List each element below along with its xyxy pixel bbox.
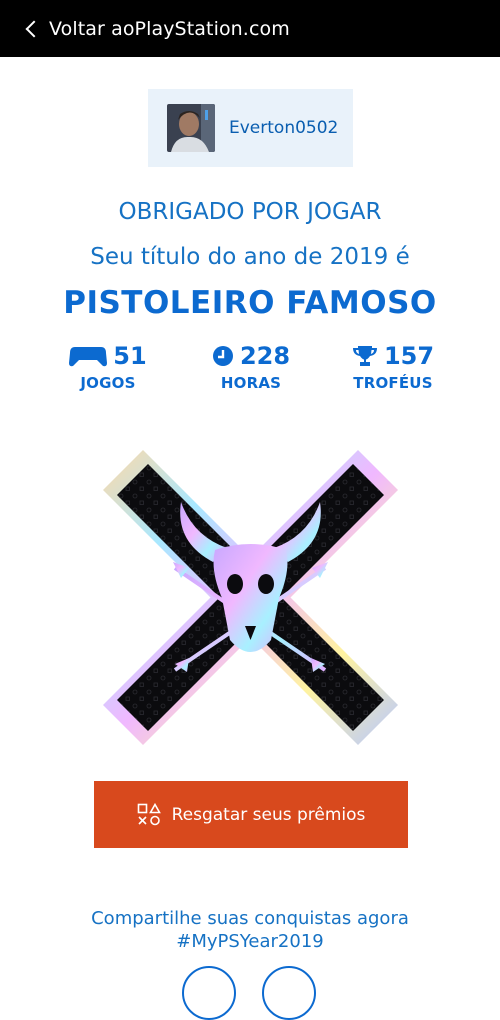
playstation-shapes-icon	[137, 802, 161, 825]
clock-icon	[212, 346, 233, 366]
redeem-rewards-label: Resgatar seus prêmios	[171, 804, 366, 825]
top-bar: Voltar aoPlayStation.com	[0, 0, 500, 57]
avatar	[167, 104, 215, 152]
year-title-subtitle: Seu título do ano de 2019 é	[90, 244, 410, 270]
stat-games-value: 51	[113, 342, 147, 370]
stat-hours: 228 HORAS	[191, 342, 311, 392]
back-link-label: Voltar aoPlayStation.com	[49, 17, 290, 40]
gamepad-icon	[69, 347, 108, 367]
chevron-left-icon	[25, 20, 43, 37]
stat-trophies-value: 157	[383, 342, 435, 370]
share-hashtag: #MyPSYear2019	[176, 931, 324, 952]
stat-games: 51 JOGOS	[48, 342, 168, 392]
stat-trophies-label: TROFÉUS	[353, 374, 433, 392]
trophy-icon	[352, 346, 377, 366]
share-button-1[interactable]	[182, 966, 236, 1020]
stat-games-label: JOGOS	[80, 374, 136, 392]
award-title: PISTOLEIRO FAMOSO	[63, 285, 437, 321]
user-profile-chip: Everton0502	[148, 89, 353, 167]
stat-hours-value: 228	[239, 342, 291, 370]
award-badge-image	[103, 450, 398, 745]
share-button-2[interactable]	[262, 966, 316, 1020]
stat-trophies: 157 TROFÉUS	[333, 342, 453, 392]
thanks-heading: OBRIGADO POR JOGAR	[118, 199, 382, 225]
username: Everton0502	[229, 118, 339, 138]
share-section: Compartilhe suas conquistas agora #MyPSY…	[0, 907, 500, 953]
back-link[interactable]: Voltar aoPlayStation.com	[0, 18, 290, 40]
share-prompt: Compartilhe suas conquistas agora	[91, 908, 409, 929]
stat-hours-label: HORAS	[220, 374, 282, 392]
redeem-rewards-button[interactable]: Resgatar seus prêmios	[94, 781, 408, 848]
